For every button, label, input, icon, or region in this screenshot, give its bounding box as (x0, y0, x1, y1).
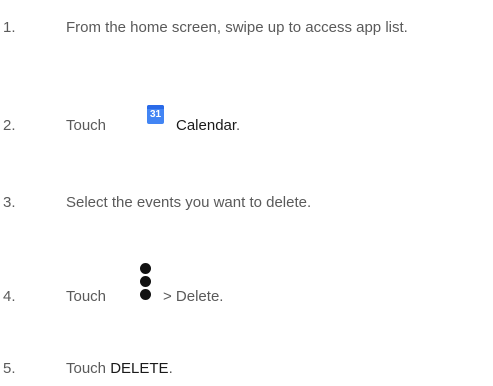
step-verb: Touch (66, 360, 107, 377)
app-name: Calendar (176, 117, 237, 134)
step-text: Touch (66, 288, 107, 305)
step-2: 2. Touch 31 Calendar. (0, 105, 493, 138)
step-text: Touch DELETE. (66, 357, 173, 381)
calendar-app-icon: 31 (147, 105, 164, 124)
step-number: 3. (3, 194, 16, 211)
step-text: Touch (66, 117, 107, 134)
step-text: Select the events you want to delete. (66, 194, 312, 211)
step-number: 1. (3, 19, 16, 36)
step-text: From the home screen, swipe up to access… (66, 19, 408, 36)
delete-menu-path: > Delete. (163, 288, 224, 305)
step-suffix: . (168, 360, 173, 377)
calendar-icon-date: 31 (149, 109, 162, 120)
step-5: 5. Touch DELETE. (0, 357, 493, 381)
delete-button-name: DELETE (110, 360, 169, 377)
step-number: 2. (3, 117, 16, 134)
step-number: 5. (3, 360, 16, 377)
step-1: 1. From the home screen, swipe up to acc… (0, 16, 493, 40)
step-number: 4. (3, 288, 16, 305)
step-3: 3. Select the events you want to delete. (0, 191, 493, 215)
more-options-icon (140, 263, 152, 303)
step-suffix: . (236, 117, 241, 134)
calendar-app-label: Calendar. (176, 114, 240, 138)
step-4: 4. Touch > Delete. (0, 263, 493, 309)
